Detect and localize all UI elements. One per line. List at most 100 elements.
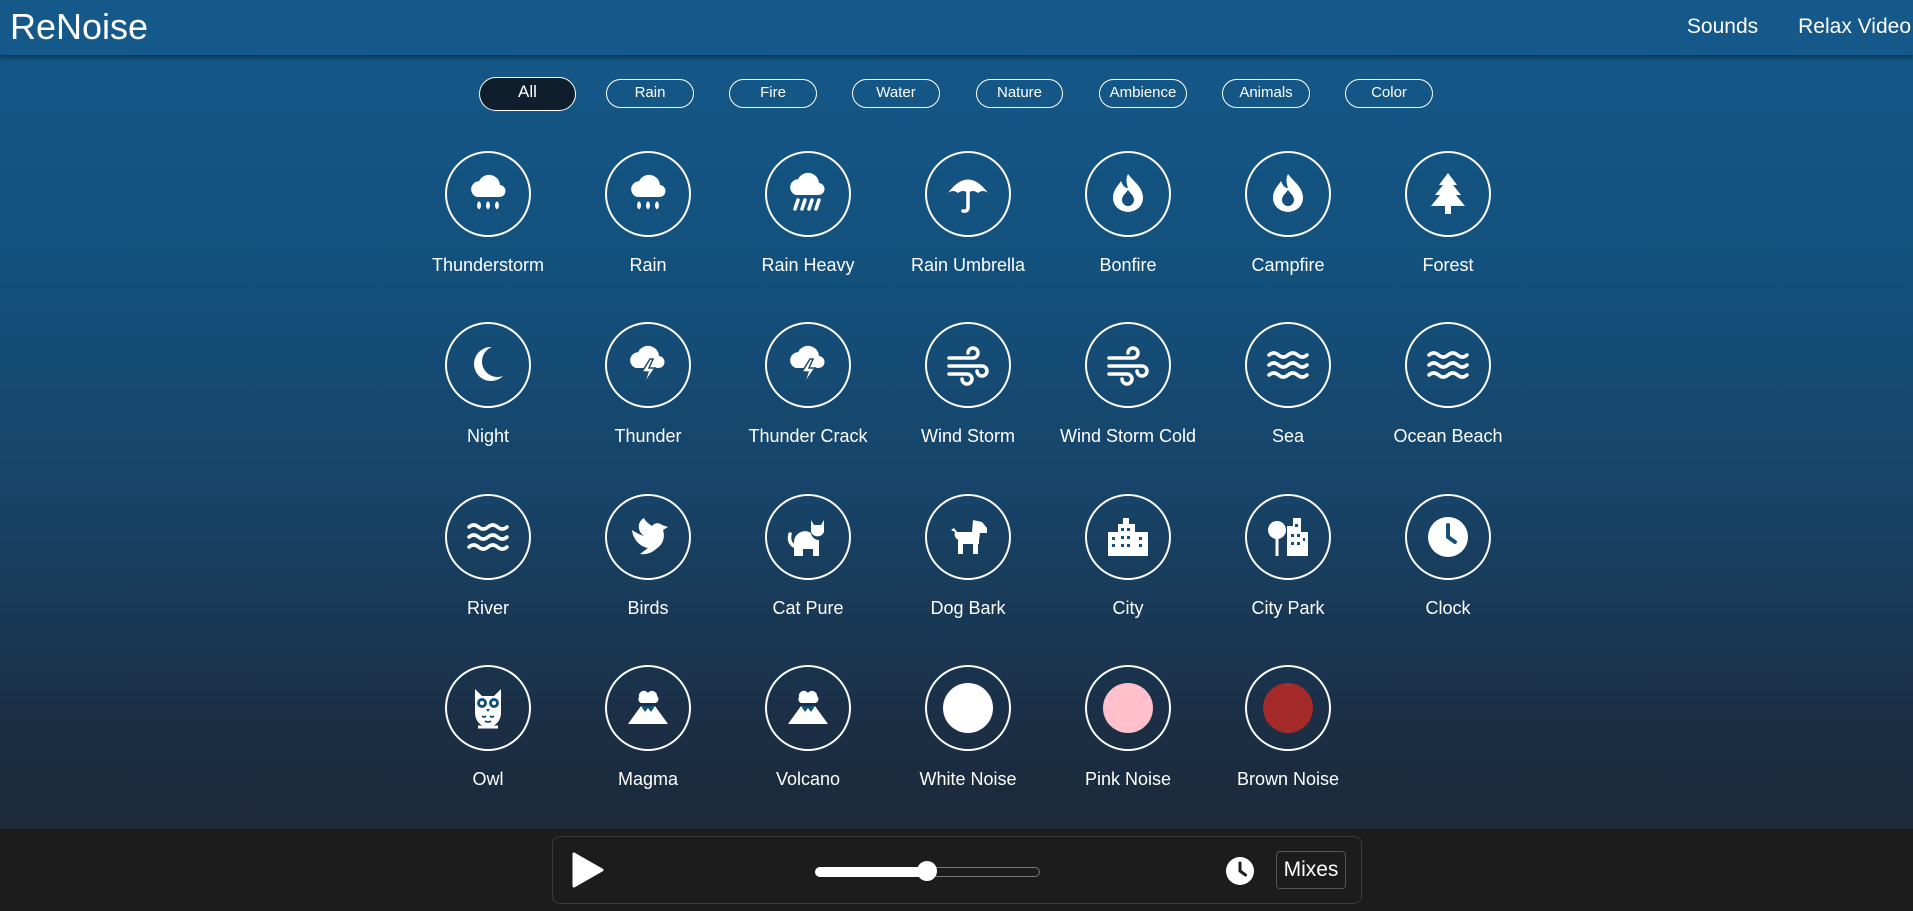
- category-chip-water[interactable]: Water: [852, 79, 940, 108]
- sound-tile-rain-heavy[interactable]: Rain Heavy: [738, 151, 878, 281]
- sound-button-wind-storm-cold[interactable]: [1085, 322, 1171, 408]
- sound-label: Night: [466, 426, 510, 446]
- sound-tile-wind-storm[interactable]: Wind Storm: [898, 322, 1038, 452]
- sound-tile-river[interactable]: River: [418, 494, 558, 624]
- sound-button-thunder[interactable]: [605, 322, 691, 408]
- sound-tile-thunderstorm[interactable]: Thunderstorm: [418, 151, 558, 281]
- category-chip-ambience[interactable]: Ambience: [1099, 79, 1187, 108]
- category-filter-bar: All Rain Fire Water Nature Ambience Anim…: [0, 77, 1913, 113]
- top-nav: Sounds Relax Video: [1687, 14, 1913, 40]
- sound-label: Volcano: [775, 769, 841, 789]
- category-chip-fire[interactable]: Fire: [729, 79, 817, 108]
- sound-tile-city[interactable]: City: [1058, 494, 1198, 624]
- sound-button-forest[interactable]: [1405, 151, 1491, 237]
- sound-label: Sea: [1271, 426, 1305, 446]
- sound-button-owl[interactable]: [445, 665, 531, 751]
- category-chip-all[interactable]: All: [479, 77, 576, 111]
- sound-tile-magma[interactable]: Magma: [578, 665, 718, 795]
- sound-label: City Park: [1251, 598, 1325, 618]
- mixes-button[interactable]: Mixes: [1276, 851, 1346, 889]
- sound-button-city[interactable]: [1085, 494, 1171, 580]
- category-chip-animals[interactable]: Animals: [1222, 79, 1310, 108]
- volume-slider[interactable]: [815, 860, 1040, 882]
- nav-link-sounds[interactable]: Sounds: [1687, 14, 1758, 40]
- sound-button-sea[interactable]: [1245, 322, 1331, 408]
- sound-button-cat-pure[interactable]: [765, 494, 851, 580]
- dove-icon: [623, 512, 673, 562]
- sound-button-volcano[interactable]: [765, 665, 851, 751]
- sound-tile-forest[interactable]: Forest: [1378, 151, 1518, 281]
- sound-label: White Noise: [919, 769, 1017, 789]
- sound-label: Brown Noise: [1236, 769, 1340, 789]
- sound-tile-clock[interactable]: Clock: [1378, 494, 1518, 624]
- sound-button-pink-noise[interactable]: [1085, 665, 1171, 751]
- sound-button-ocean-beach[interactable]: [1405, 322, 1491, 408]
- sound-button-river[interactable]: [445, 494, 531, 580]
- color-dot-icon: [1263, 683, 1313, 733]
- sound-button-white-noise[interactable]: [925, 665, 1011, 751]
- sound-tile-bonfire[interactable]: Bonfire: [1058, 151, 1198, 281]
- sound-button-magma[interactable]: [605, 665, 691, 751]
- sound-tile-wind-storm-cold[interactable]: Wind Storm Cold: [1058, 322, 1198, 452]
- sound-button-clock[interactable]: [1405, 494, 1491, 580]
- sound-button-rain-heavy[interactable]: [765, 151, 851, 237]
- sound-label: Forest: [1422, 255, 1474, 275]
- sound-button-thunderstorm[interactable]: [445, 151, 531, 237]
- sound-tile-rain[interactable]: Rain: [578, 151, 718, 281]
- sound-button-wind-storm[interactable]: [925, 322, 1011, 408]
- sound-tile-volcano[interactable]: Volcano: [738, 665, 878, 795]
- fire-icon: [1103, 169, 1153, 219]
- water-waves-icon: [463, 512, 513, 562]
- sound-button-brown-noise[interactable]: [1245, 665, 1331, 751]
- volcano-icon: [623, 683, 673, 733]
- cloud-bolt-icon: [783, 340, 833, 390]
- sound-tile-pink-noise[interactable]: Pink Noise: [1058, 665, 1198, 795]
- volume-thumb[interactable]: [916, 861, 937, 881]
- sound-tile-dog-bark[interactable]: Dog Bark: [898, 494, 1038, 624]
- sound-tile-brown-noise[interactable]: Brown Noise: [1218, 665, 1358, 795]
- sound-label: Campfire: [1251, 255, 1325, 275]
- sound-tile-city-park[interactable]: City Park: [1218, 494, 1358, 624]
- sound-tile-white-noise[interactable]: White Noise: [898, 665, 1038, 795]
- sound-tile-ocean-beach[interactable]: Ocean Beach: [1378, 322, 1518, 452]
- sound-tile-sea[interactable]: Sea: [1218, 322, 1358, 452]
- cat-icon: [783, 512, 833, 562]
- category-chip-nature[interactable]: Nature: [976, 79, 1063, 108]
- sound-button-thunder-crack[interactable]: [765, 322, 851, 408]
- sound-label: Bonfire: [1099, 255, 1157, 275]
- sound-button-night[interactable]: [445, 322, 531, 408]
- category-chip-color[interactable]: Color: [1345, 79, 1433, 108]
- cloud-rain-icon: [463, 169, 513, 219]
- player-bar: Mixes: [0, 829, 1913, 911]
- sound-label: River: [466, 598, 509, 618]
- cloud-bolt-icon: [623, 340, 673, 390]
- sound-label: Rain: [629, 255, 667, 275]
- sound-tile-night[interactable]: Night: [418, 322, 558, 452]
- sound-tile-thunder-crack[interactable]: Thunder Crack: [738, 322, 878, 452]
- owl-icon: [463, 683, 513, 733]
- player-controls: Mixes: [552, 836, 1362, 904]
- category-chip-rain[interactable]: Rain: [606, 79, 694, 108]
- nav-link-relax-video[interactable]: Relax Video: [1798, 14, 1911, 40]
- sound-tile-rain-umbrella[interactable]: Rain Umbrella: [898, 151, 1038, 281]
- sound-tile-owl[interactable]: Owl: [418, 665, 558, 795]
- sound-label: Ocean Beach: [1393, 426, 1503, 446]
- app-header: ReNoise Sounds Relax Video: [0, 0, 1913, 55]
- brand-logo[interactable]: ReNoise: [10, 7, 148, 47]
- tree-city-icon: [1263, 512, 1313, 562]
- sound-button-city-park[interactable]: [1245, 494, 1331, 580]
- sound-button-birds[interactable]: [605, 494, 691, 580]
- play-icon[interactable]: [569, 851, 605, 889]
- sound-button-dog-bark[interactable]: [925, 494, 1011, 580]
- sound-tile-campfire[interactable]: Campfire: [1218, 151, 1358, 281]
- sound-button-campfire[interactable]: [1245, 151, 1331, 237]
- timer-clock-icon[interactable]: [1225, 856, 1255, 886]
- sound-tile-thunder[interactable]: Thunder: [578, 322, 718, 452]
- sound-tile-birds[interactable]: Birds: [578, 494, 718, 624]
- sound-button-bonfire[interactable]: [1085, 151, 1171, 237]
- sound-label: Dog Bark: [930, 598, 1006, 618]
- water-waves-icon: [1423, 340, 1473, 390]
- sound-button-rain-umbrella[interactable]: [925, 151, 1011, 237]
- sound-tile-cat-pure[interactable]: Cat Pure: [738, 494, 878, 624]
- sound-button-rain[interactable]: [605, 151, 691, 237]
